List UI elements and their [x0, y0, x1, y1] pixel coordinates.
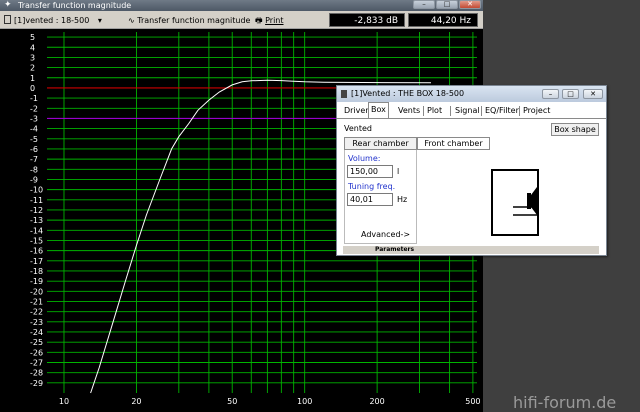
- y-tick-label: 5: [30, 33, 35, 42]
- hz-readout: 44,20 Hz: [408, 13, 478, 27]
- tab-separator: [423, 106, 424, 116]
- y-tick-label: -5: [30, 135, 38, 144]
- y-tick-label: 4: [30, 43, 35, 52]
- curve-selector[interactable]: [1]vented : 18-500 ▾: [4, 14, 102, 27]
- tab-project[interactable]: Project: [521, 104, 552, 118]
- curve-icon: [4, 15, 11, 24]
- y-tick-label: -29: [30, 379, 43, 388]
- close-button[interactable]: ✕: [459, 0, 481, 9]
- mode-selector-label: Transfer function magnitude: [137, 16, 251, 25]
- tab-separator: [481, 106, 482, 116]
- tuning-freq-label: Tuning freq.: [348, 182, 396, 191]
- x-tick-label: 200: [369, 397, 384, 406]
- tab-signal[interactable]: Signal: [453, 104, 482, 118]
- y-tick-label: -23: [30, 318, 43, 327]
- advanced-button[interactable]: Advanced->: [361, 230, 410, 239]
- toolbar: [1]vented : 18-500 ▾ ∿ Transfer function…: [0, 11, 483, 29]
- box-shape-button[interactable]: Box shape: [551, 123, 599, 136]
- y-tick-label: -3: [30, 114, 38, 123]
- y-tick-label: -20: [30, 287, 43, 296]
- y-tick-label: -1: [30, 94, 38, 103]
- x-tick-label: 50: [227, 397, 237, 406]
- tuning-freq-input[interactable]: 40,01: [347, 193, 393, 206]
- dialog-minimize-button[interactable]: –: [542, 89, 559, 99]
- window-title: Transfer function magnitude: [18, 1, 132, 10]
- y-tick-label: 2: [30, 64, 35, 73]
- dialog-title: [1]Vented : THE BOX 18-500: [351, 89, 465, 98]
- y-tick-label: -25: [30, 338, 43, 347]
- db-readout: -2,833 dB: [329, 13, 405, 27]
- main-titlebar[interactable]: ✦ Transfer function magnitude – □ ✕: [0, 0, 483, 11]
- y-tick-label: -22: [30, 308, 43, 317]
- y-tick-label: -12: [30, 206, 43, 215]
- vented-box-dialog: [1]Vented : THE BOX 18-500 – □ ✕ Driver …: [336, 85, 607, 256]
- printer-icon: 🖶: [255, 16, 263, 25]
- volume-input[interactable]: 150,00: [347, 165, 393, 178]
- tab-box[interactable]: Box: [368, 102, 389, 118]
- volume-unit: l: [397, 167, 400, 176]
- y-tick-label: -7: [30, 155, 38, 164]
- tab-vents[interactable]: Vents: [396, 104, 422, 118]
- tab-plot[interactable]: Plot: [425, 104, 444, 118]
- x-tick-label: 20: [131, 397, 141, 406]
- mode-selector[interactable]: ∿ Transfer function magnitude ▾: [128, 14, 262, 27]
- dialog-close-button[interactable]: ✕: [583, 89, 603, 99]
- y-tick-label: -28: [30, 369, 43, 378]
- minimize-button[interactable]: –: [413, 0, 435, 9]
- tuning-freq-unit: Hz: [397, 195, 408, 204]
- y-tick-label: -2: [30, 104, 38, 113]
- y-tick-label: -13: [30, 216, 43, 225]
- tab-separator: [519, 106, 520, 116]
- y-tick-label: 3: [30, 53, 35, 62]
- y-tick-label: -9: [30, 175, 38, 184]
- parameters-bar[interactable]: Parameters: [343, 246, 599, 254]
- y-tick-label: -17: [30, 257, 43, 266]
- y-tick-label: -18: [30, 267, 43, 276]
- front-chamber-button[interactable]: Front chamber: [417, 137, 490, 150]
- print-button[interactable]: 🖶 Print: [255, 14, 284, 27]
- dialog-titlebar[interactable]: [1]Vented : THE BOX 18-500 – □ ✕: [337, 86, 606, 102]
- chevron-down-icon: ▾: [97, 16, 102, 25]
- y-tick-label: -15: [30, 236, 43, 245]
- y-tick-label: -21: [30, 297, 43, 306]
- dialog-maximize-button[interactable]: □: [562, 89, 579, 99]
- dialog-icon: [341, 90, 347, 98]
- y-tick-label: -16: [30, 247, 43, 256]
- y-tick-label: -8: [30, 165, 38, 174]
- curve-selector-label: [1]vented : 18-500: [14, 16, 90, 25]
- x-tick-label: 500: [465, 397, 480, 406]
- volume-label: Volume:: [348, 154, 381, 163]
- y-tick-label: -24: [30, 328, 43, 337]
- y-tick-label: -14: [30, 226, 43, 235]
- x-tick-label: 100: [297, 397, 312, 406]
- y-tick-label: -4: [30, 125, 38, 134]
- watermark: hifi-forum.de: [513, 393, 617, 412]
- y-tick-label: 1: [30, 74, 35, 83]
- rear-chamber-button[interactable]: Rear chamber: [344, 137, 417, 150]
- box-type-label: Vented: [344, 124, 372, 133]
- tab-driver[interactable]: Driver: [342, 104, 371, 118]
- y-tick-label: -6: [30, 145, 38, 154]
- y-tick-label: -27: [30, 358, 43, 367]
- box-diagram: [491, 169, 539, 236]
- speaker-driver-icon: [513, 187, 537, 216]
- rear-chamber-panel: Volume: 150,00 l Tuning freq. 40,01 Hz A…: [344, 150, 417, 244]
- y-tick-label: -10: [30, 186, 43, 195]
- y-tick-label: -19: [30, 277, 43, 286]
- maximize-button[interactable]: □: [436, 0, 458, 9]
- y-tick-label: 0: [30, 84, 35, 93]
- y-tick-label: -26: [30, 348, 43, 357]
- tab-eq-filter[interactable]: EQ/Filter: [483, 104, 521, 118]
- y-tick-label: -11: [30, 196, 43, 205]
- print-label: Print: [265, 16, 284, 25]
- app-icon: ✦: [4, 0, 12, 10]
- dialog-tabs: Driver Box Vents Plot Signal EQ/Filter P…: [337, 102, 606, 118]
- box-tab-panel: Vented Box shape Rear chamber Front cham…: [337, 118, 606, 255]
- x-tick-label: 10: [59, 397, 69, 406]
- wave-icon: ∿: [128, 16, 135, 25]
- tab-separator: [450, 106, 451, 116]
